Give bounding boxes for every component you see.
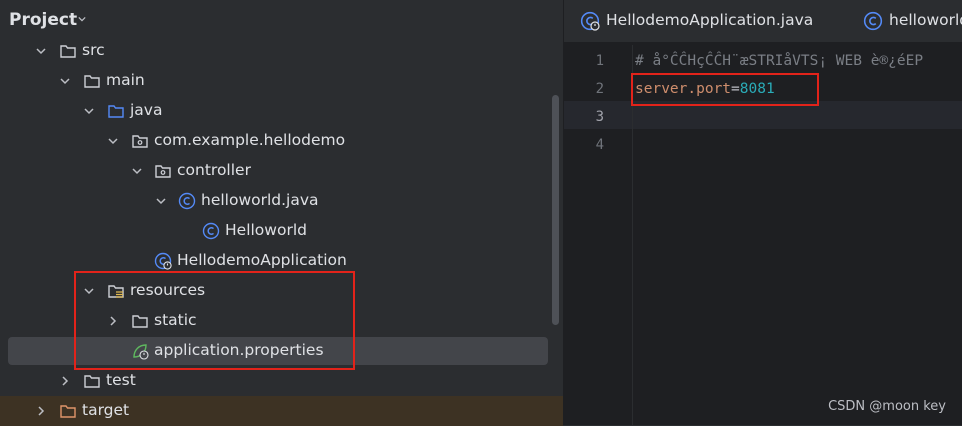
tree-item-test[interactable]: test bbox=[0, 366, 563, 396]
tree-item-label: controller bbox=[177, 161, 251, 179]
folder-icon bbox=[60, 45, 76, 58]
java-class-icon bbox=[178, 192, 196, 210]
line-number: 3 bbox=[595, 109, 604, 125]
chevron-down-icon[interactable] bbox=[84, 106, 94, 116]
tree-item-label: HellodemoApplication bbox=[177, 251, 347, 269]
tree-item-label: com.example.hellodemo bbox=[154, 131, 346, 149]
watermark: CSDN @moon key bbox=[828, 399, 946, 414]
java-class-icon bbox=[202, 222, 220, 240]
tree-item-src[interactable]: src bbox=[0, 36, 563, 66]
chevron-down-icon[interactable] bbox=[60, 76, 70, 86]
project-panel: Project src main java com.example.hellod… bbox=[0, 0, 563, 426]
line-number-gutter: 1 2 3 4 bbox=[564, 45, 632, 425]
tree-item-label: Helloworld bbox=[225, 221, 307, 239]
source-folder-icon bbox=[108, 105, 124, 118]
tree-item-label: java bbox=[130, 101, 163, 119]
tab-label: helloworld bbox=[889, 11, 962, 29]
editor-tab-bar: HellodemoApplication.java helloworld bbox=[564, 0, 962, 43]
tab-helloworld[interactable]: helloworld bbox=[847, 0, 962, 42]
code-line-1[interactable]: # å°ĈĈHçĈĈH¨æSTRIåVTS¡ WEB è®¿éEP bbox=[635, 53, 923, 69]
excluded-folder-icon bbox=[60, 405, 76, 418]
line-number: 4 bbox=[595, 137, 604, 153]
tree-item-label: main bbox=[106, 71, 145, 89]
spring-boot-class-icon bbox=[580, 11, 600, 31]
highlight-box-port bbox=[631, 73, 819, 106]
tree-item-label: test bbox=[106, 371, 136, 389]
package-icon bbox=[132, 135, 148, 148]
tree-item-label: target bbox=[82, 401, 130, 419]
chevron-down-icon[interactable] bbox=[132, 166, 142, 176]
chevron-down-icon[interactable] bbox=[36, 46, 46, 56]
tree-item-main[interactable]: main bbox=[0, 66, 563, 96]
tree-item-package[interactable]: com.example.hellodemo bbox=[0, 126, 563, 156]
tab-hellodemo-application[interactable]: HellodemoApplication.java bbox=[564, 0, 854, 42]
folder-icon bbox=[84, 375, 100, 388]
folder-icon bbox=[84, 75, 100, 88]
chevron-down-icon[interactable] bbox=[108, 136, 118, 146]
tree-item-java[interactable]: java bbox=[0, 96, 563, 126]
line-number: 2 bbox=[595, 81, 604, 97]
tree-item-label: helloworld.java bbox=[201, 191, 319, 209]
chevron-right-icon[interactable] bbox=[60, 376, 70, 386]
highlight-box-resources bbox=[74, 271, 355, 370]
java-class-icon bbox=[863, 11, 883, 31]
project-panel-title[interactable]: Project bbox=[9, 10, 77, 30]
project-scrollbar[interactable] bbox=[552, 95, 559, 325]
line-number: 1 bbox=[595, 53, 604, 69]
tree-item-helloworld-file[interactable]: helloworld.java bbox=[0, 186, 563, 216]
editor-panel: HellodemoApplication.java helloworld 1 2… bbox=[564, 0, 962, 425]
spring-boot-class-icon bbox=[154, 252, 172, 270]
chevron-down-icon[interactable] bbox=[78, 15, 86, 23]
tree-item-target[interactable]: target bbox=[0, 396, 563, 426]
chevron-down-icon[interactable] bbox=[156, 196, 166, 206]
package-icon bbox=[155, 165, 171, 178]
chevron-right-icon[interactable] bbox=[36, 406, 46, 416]
tree-item-helloworld-class[interactable]: Helloworld bbox=[0, 216, 563, 246]
tree-item-controller[interactable]: controller bbox=[0, 156, 563, 186]
tab-label: HellodemoApplication.java bbox=[606, 11, 814, 29]
tree-item-label: src bbox=[82, 41, 105, 59]
